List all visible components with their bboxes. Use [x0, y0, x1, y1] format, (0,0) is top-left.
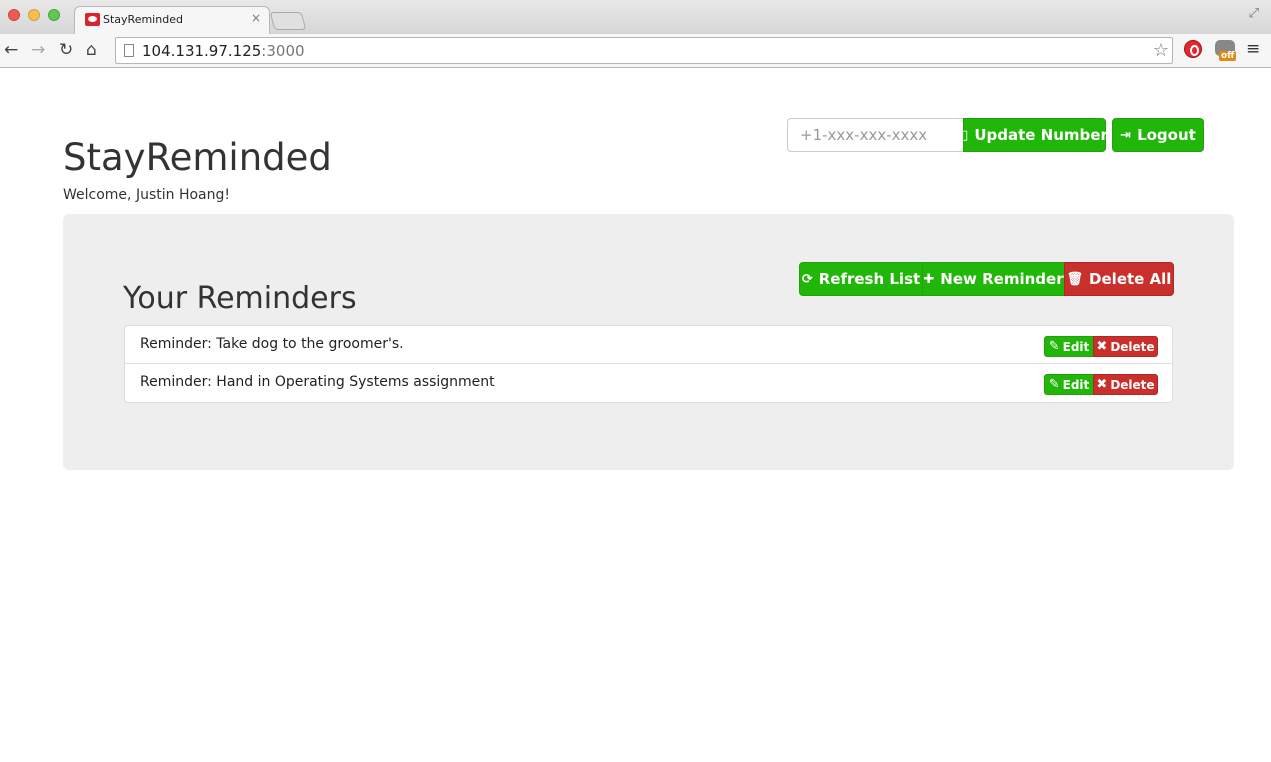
new-tab-button[interactable] — [269, 12, 307, 30]
app-title: StayReminded — [63, 136, 332, 179]
delete-all-button[interactable]: 🗑 Delete All — [1064, 262, 1174, 296]
new-reminder-button[interactable]: ✚ New Reminder — [922, 262, 1065, 296]
logout-button[interactable]: ⇥ Logout — [1112, 118, 1204, 152]
edit-label: Edit — [1062, 339, 1090, 354]
edit-label: Edit — [1062, 377, 1090, 392]
pencil-icon: ✎ — [1048, 339, 1060, 354]
new-reminder-label: New Reminder — [940, 270, 1064, 288]
delete-button[interactable]: ✖ Delete — [1093, 374, 1158, 395]
x-icon: ✖ — [1096, 377, 1108, 392]
tab-close-icon[interactable]: × — [251, 11, 261, 25]
browser-toolbar: ← → ↻ ⌂ 104.131.97.125:3000 ☆ off ≡ — [0, 34, 1271, 68]
mobile-phone-icon: ▯ — [961, 127, 969, 143]
logout-icon: ⇥ — [1120, 127, 1132, 143]
delete-all-label: Delete All — [1089, 270, 1172, 288]
fullscreen-icon[interactable]: ⤢ — [1249, 6, 1259, 21]
reload-icon[interactable]: ↻ — [59, 40, 73, 60]
minimize-window-button[interactable] — [28, 9, 40, 21]
refresh-icon: ⟳ — [801, 271, 813, 287]
edit-button[interactable]: ✎ Edit — [1044, 336, 1094, 357]
reminder-list: Reminder: Take dog to the groomer's. ✎ E… — [124, 325, 1173, 403]
close-window-button[interactable] — [8, 9, 20, 21]
plus-icon: ✚ — [923, 271, 935, 287]
section-title: Your Reminders — [123, 281, 357, 316]
tab-title: StayReminded — [103, 13, 183, 26]
extension-badge: off — [1219, 51, 1237, 61]
address-bar[interactable]: 104.131.97.125:3000 ☆ — [115, 37, 1173, 64]
edit-button[interactable]: ✎ Edit — [1044, 374, 1094, 395]
delete-button[interactable]: ✖ Delete — [1093, 336, 1158, 357]
window-titlebar: StayReminded × ⤢ — [0, 0, 1271, 34]
list-item: Reminder: Take dog to the groomer's. ✎ E… — [125, 326, 1172, 364]
list-item: Reminder: Hand in Operating Systems assi… — [125, 364, 1172, 402]
home-icon[interactable]: ⌂ — [86, 40, 97, 60]
logout-label: Logout — [1137, 126, 1196, 144]
refresh-list-button[interactable]: ⟳ Refresh List — [799, 262, 923, 296]
page-icon — [124, 44, 134, 57]
reminder-text: Reminder: Hand in Operating Systems assi… — [140, 374, 495, 390]
reminders-panel: Your Reminders ⟳ Refresh List ✚ New Remi… — [63, 214, 1234, 470]
delete-label: Delete — [1110, 377, 1155, 392]
welcome-text: Welcome, Justin Hoang! — [63, 187, 230, 203]
pencil-icon: ✎ — [1048, 377, 1060, 392]
delete-label: Delete — [1110, 339, 1155, 354]
update-number-label: Update Number — [974, 126, 1108, 144]
menu-icon[interactable]: ≡ — [1246, 39, 1260, 59]
url-text[interactable]: 104.131.97.125:3000 — [142, 42, 305, 60]
browser-tab[interactable]: StayReminded × — [74, 6, 270, 34]
update-number-button[interactable]: ▯ Update Number — [961, 118, 1108, 152]
favicon-icon — [85, 13, 100, 26]
trash-icon: 🗑 — [1066, 271, 1084, 287]
forward-arrow-icon[interactable]: → — [31, 40, 45, 60]
bookmark-star-icon[interactable]: ☆ — [1153, 40, 1169, 61]
back-arrow-icon[interactable]: ← — [4, 40, 18, 60]
refresh-label: Refresh List — [818, 270, 921, 288]
reminder-text: Reminder: Take dog to the groomer's. — [140, 336, 404, 352]
adblock-extension-icon[interactable] — [1184, 40, 1202, 58]
x-icon: ✖ — [1096, 339, 1108, 354]
maximize-window-button[interactable] — [48, 9, 60, 21]
phone-number-input[interactable] — [787, 118, 963, 152]
